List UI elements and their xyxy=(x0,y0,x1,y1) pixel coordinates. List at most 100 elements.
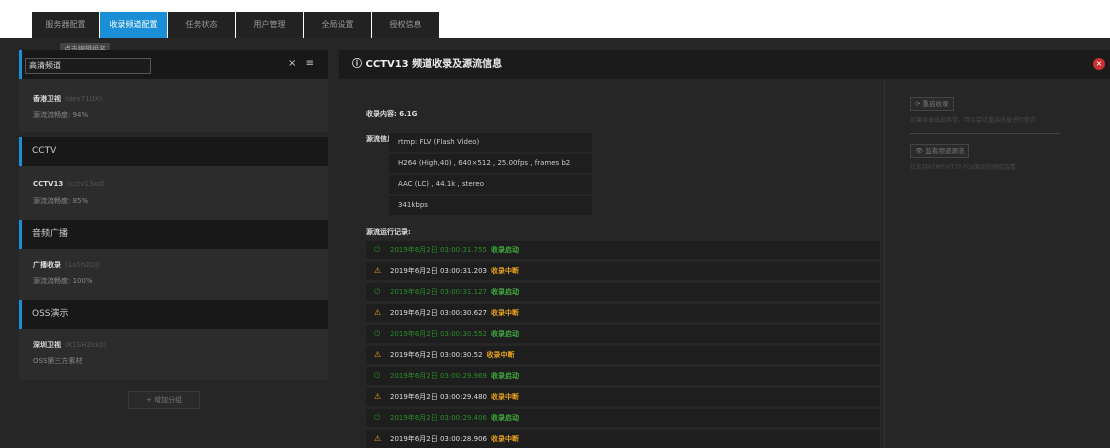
add-group-button[interactable]: + 增加分组 xyxy=(128,391,200,409)
group-title: OSS演示 xyxy=(32,309,69,319)
group-body: 广播收录 (1a1h2Dj) 源流流畅度: 100% xyxy=(19,249,328,300)
close-icon[interactable]: × xyxy=(288,58,296,69)
channel-item-hk[interactable]: 香港卫视 (dev71UX) xyxy=(33,94,102,104)
power-icon: ⏻ xyxy=(374,245,381,254)
log-row: ⏻ 2019年6月2日 03:00:31.755 收录启动 xyxy=(366,241,880,259)
log-text: 2019年6月2日 03:00:30.627 收录中断 xyxy=(390,304,519,322)
tab-global-settings[interactable]: 全局设置 xyxy=(304,12,371,38)
channel-group-sidebar: × ≡ 香港卫视 (dev71UX) 源流流畅度: 94% CCTV CCTV13… xyxy=(19,50,328,380)
log-time: 2019年6月2日 03:00:29.480 xyxy=(390,393,487,401)
channel-item-radio[interactable]: 广播收录 (1a1h2Dj) xyxy=(33,260,100,270)
source-audio: AAC (LC) , 44.1k , stereo xyxy=(389,175,592,194)
record-value: 6.1G xyxy=(399,110,418,118)
log-text: 2019年6月2日 03:00:28.906 收录中断 xyxy=(390,430,519,448)
log-time: 2019年6月2日 03:00:31.203 xyxy=(390,267,487,275)
group-name-input[interactable] xyxy=(25,58,151,74)
panel-header: ⓘ CCTV13 频道收录及源流信息 × xyxy=(339,50,1110,79)
channel-id: (cctv13xd) xyxy=(67,180,105,188)
group-accent-bar xyxy=(19,137,22,166)
log-row: ⏻ 2019年6月2日 03:00:31.127 收录启动 xyxy=(366,283,880,301)
run-log-label: 源流运行记录: xyxy=(366,228,411,236)
panel-title-text: CCTV13 频道收录及源流信息 xyxy=(365,59,503,70)
log-row: ⏻ 2019年6月2日 03:00:29.969 收录启动 xyxy=(366,367,880,385)
log-row: ⚠ 2019年6月2日 03:00:31.203 收录中断 xyxy=(366,262,880,280)
group-body: CCTV13 (cctv13xd) 源流流畅度: 85% xyxy=(19,166,328,222)
monitor-source-button[interactable]: 👁 监看频道源流 xyxy=(910,144,970,158)
divider xyxy=(910,133,1060,134)
group-header-actions: × ≡ xyxy=(282,58,314,69)
channel-fluency: 源流流畅度: 100% xyxy=(33,277,93,285)
log-time: 2019年6月2日 03:00:30.627 xyxy=(390,309,487,317)
log-text: 2019年6月2日 03:00:30.52 收录中断 xyxy=(390,346,515,364)
record-label: 收录内容: xyxy=(366,110,397,118)
source-protocol: rtmp: FLV (Flash Video) xyxy=(389,133,592,152)
log-row: ⏻ 2019年6月2日 03:00:30.552 收录启动 xyxy=(366,325,880,343)
channel-id: (dev71UX) xyxy=(65,95,103,103)
channel-fluency: 源流流畅度: 85% xyxy=(33,197,89,205)
log-time: 2019年6月2日 03:00:30.52 xyxy=(390,351,483,359)
log-event: 收录启动 xyxy=(490,372,519,380)
channel-fluency: 源流流畅度: 94% xyxy=(33,111,89,119)
log-event: 收录中断 xyxy=(486,351,515,359)
channel-name: 深圳卫视 xyxy=(33,341,61,349)
channel-source-note: OSS第三方素材 xyxy=(33,357,83,365)
warning-icon: ⚠ xyxy=(374,350,382,359)
log-row: ⏻ 2019年6月2日 03:00:29.406 收录启动 xyxy=(366,409,880,427)
log-text: 2019年6月2日 03:00:29.480 收录中断 xyxy=(390,388,519,406)
channel-name: 广播收录 xyxy=(33,261,61,269)
close-panel-icon[interactable]: × xyxy=(1093,58,1105,70)
panel-title: ⓘ CCTV13 频道收录及源流信息 xyxy=(352,50,502,79)
log-text: 2019年6月2日 03:00:29.969 收录启动 xyxy=(390,367,519,385)
log-time: 2019年6月2日 03:00:29.406 xyxy=(390,414,487,422)
log-text: 2019年6月2日 03:00:31.755 收录启动 xyxy=(390,241,519,259)
top-strip xyxy=(0,0,1110,12)
restart-note: 如果收录出现异常，可以尝试重启收录进行修正 xyxy=(910,117,1037,124)
log-event: 收录中断 xyxy=(490,435,519,443)
monitor-note: 仅支持RTMP/HTTP-FLV源流的预览监看 xyxy=(910,164,1016,171)
power-icon: ⏻ xyxy=(374,413,381,422)
source-bitrate: 341kbps xyxy=(389,196,592,215)
channel-name: CCTV13 xyxy=(33,180,64,188)
channel-item-cctv13[interactable]: CCTV13 (cctv13xd) xyxy=(33,180,105,188)
tab-license-info[interactable]: 授权信息 xyxy=(372,12,439,38)
channel-id: (1a1h2Dj) xyxy=(65,261,100,269)
tab-user-management[interactable]: 用户管理 xyxy=(236,12,303,38)
group-accent-bar xyxy=(19,50,22,79)
record-size-row: 收录内容: 6.1G xyxy=(366,109,417,119)
channel-detail-panel: ⓘ CCTV13 频道收录及源流信息 × 收录内容: 6.1G 源流信息: rt… xyxy=(339,50,1110,448)
log-text: 2019年6月2日 03:00:29.406 收录启动 xyxy=(390,409,519,427)
log-text: 2019年6月2日 03:00:31.203 收录中断 xyxy=(390,262,519,280)
tab-task-status[interactable]: 任务状态 xyxy=(168,12,235,38)
group-title: 音频广播 xyxy=(32,229,69,239)
group-accent-bar xyxy=(19,220,22,249)
channel-name: 香港卫视 xyxy=(33,95,61,103)
channel-item-shenzhen[interactable]: 深圳卫视 (K1SH2ex0) xyxy=(33,340,106,350)
log-time: 2019年6月2日 03:00:29.969 xyxy=(390,372,487,380)
group-header-editing: × ≡ xyxy=(19,50,328,79)
log-event: 收录启动 xyxy=(490,414,519,422)
group-body: 香港卫视 (dev71UX) 源流流畅度: 94% xyxy=(19,79,328,132)
group-header-audio[interactable]: 音频广播 xyxy=(19,220,328,249)
main-tabs: 服务器配置 收录频道配置 任务状态 用户管理 全局设置 授权信息 xyxy=(32,12,440,38)
log-event: 收录中断 xyxy=(490,393,519,401)
log-time: 2019年6月2日 03:00:28.906 xyxy=(390,435,487,443)
group-accent-bar xyxy=(19,300,22,329)
log-event: 收录启动 xyxy=(490,330,519,338)
menu-icon[interactable]: ≡ xyxy=(306,58,314,69)
warning-icon: ⚠ xyxy=(374,392,382,401)
tab-channel-config[interactable]: 收录频道配置 xyxy=(100,12,167,38)
group-header-oss[interactable]: OSS演示 xyxy=(19,300,328,329)
log-text: 2019年6月2日 03:00:31.127 收录启动 xyxy=(390,283,519,301)
power-icon: ⏻ xyxy=(374,329,381,338)
group-header-cctv[interactable]: CCTV xyxy=(19,137,328,166)
restart-record-button[interactable]: ⟳ 重启收录 xyxy=(910,97,954,111)
warning-icon: ⚠ xyxy=(374,266,382,275)
action-panel: ⟳ 重启收录 如果收录出现异常，可以尝试重启收录进行修正 👁 监看频道源流 仅支… xyxy=(884,79,1085,448)
info-icon: ⓘ xyxy=(352,59,362,70)
tab-server-config[interactable]: 服务器配置 xyxy=(32,12,99,38)
log-time: 2019年6月2日 03:00:31.755 xyxy=(390,246,487,254)
log-text: 2019年6月2日 03:00:30.552 收录启动 xyxy=(390,325,519,343)
log-row: ⚠ 2019年6月2日 03:00:30.627 收录中断 xyxy=(366,304,880,322)
source-video: H264 (High,40) , 640×512 , 25.00fps , fr… xyxy=(389,154,592,173)
power-icon: ⏻ xyxy=(374,287,381,296)
